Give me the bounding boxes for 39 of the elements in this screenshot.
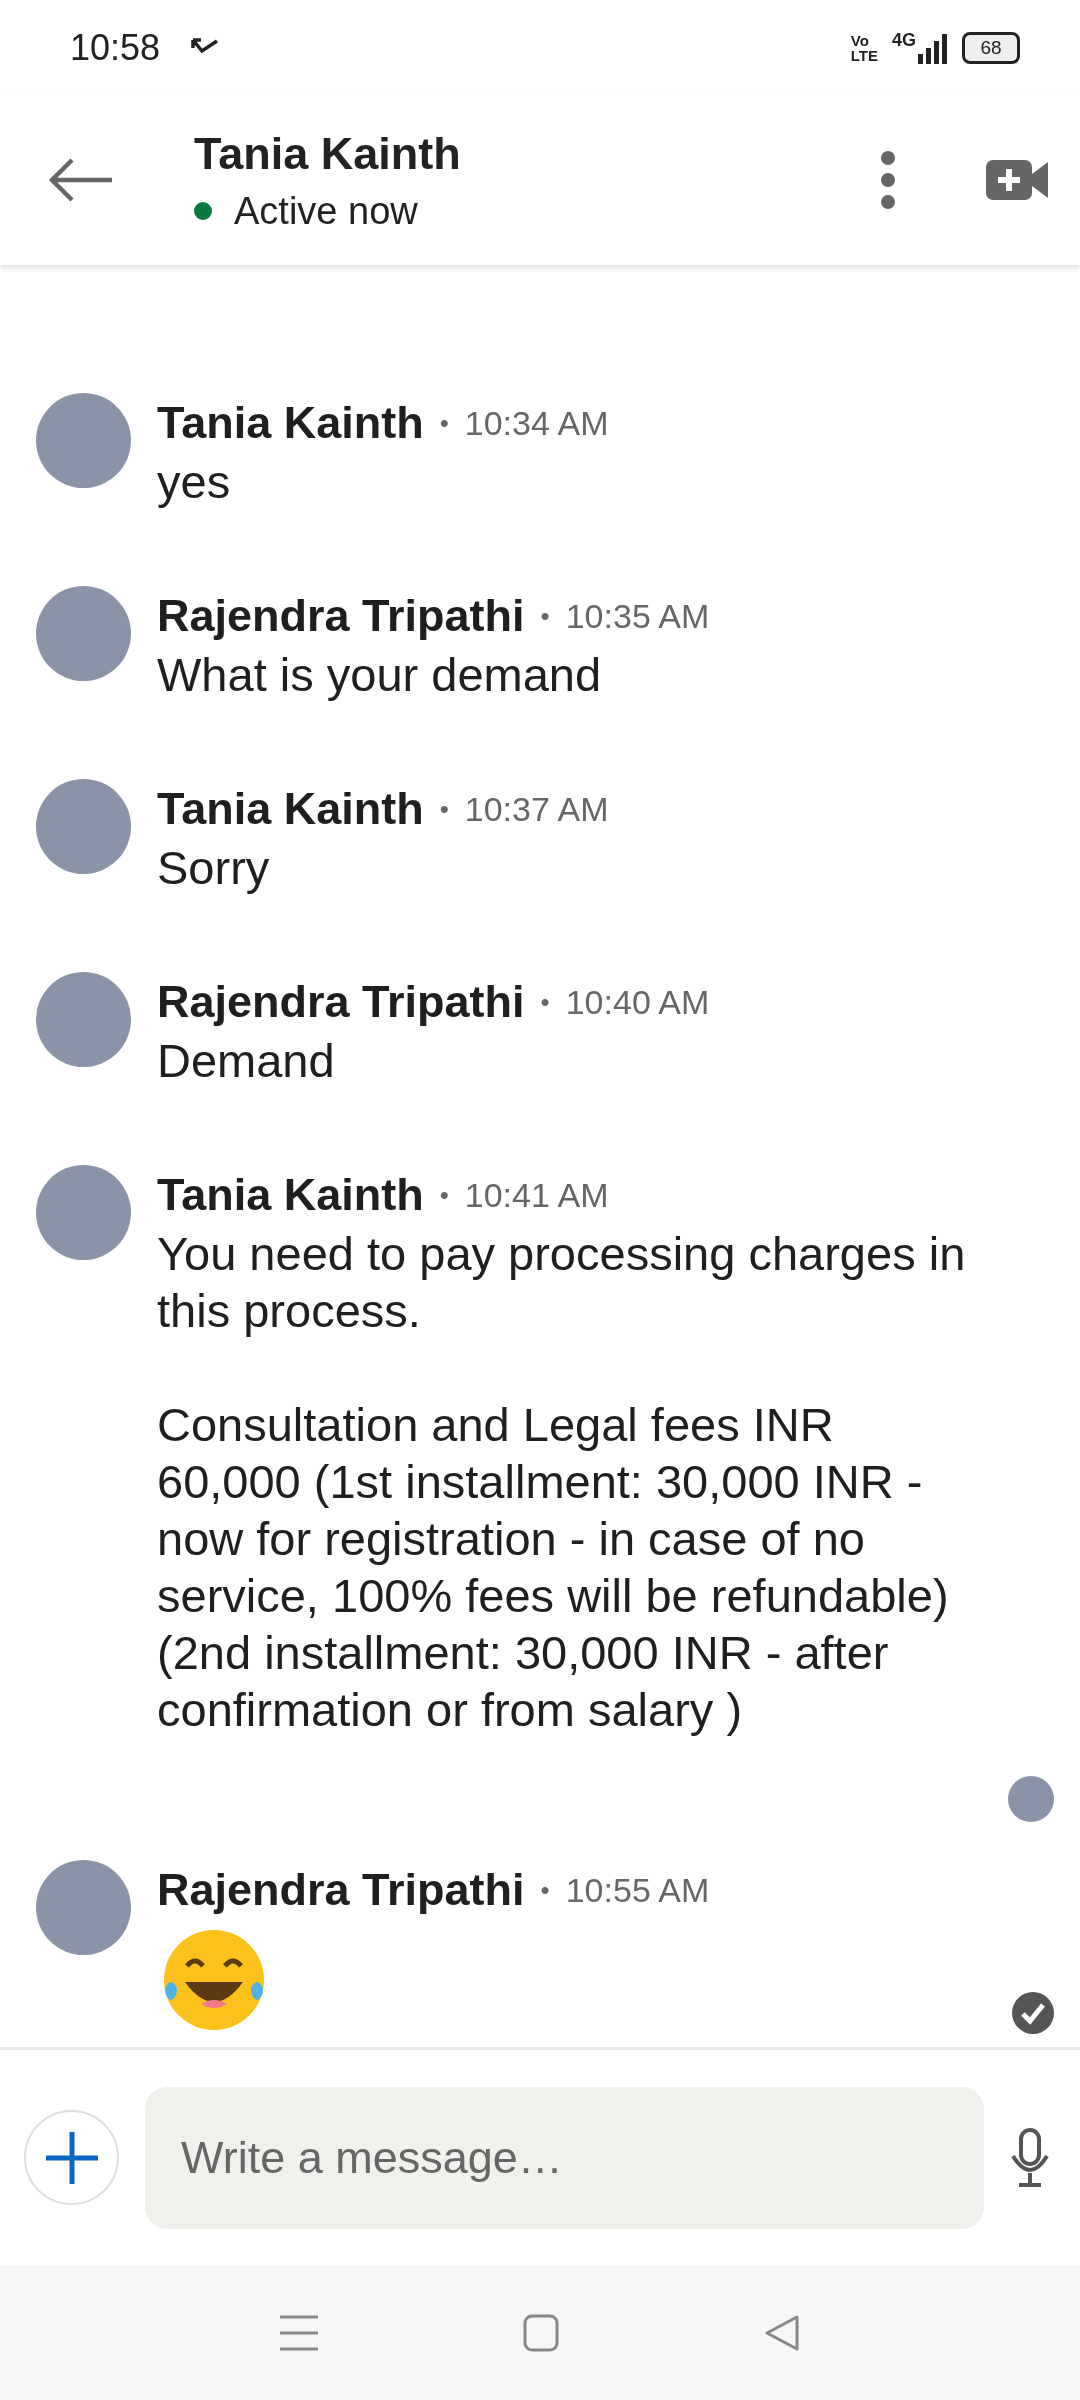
sender-name: Tania Kainth [157, 783, 424, 835]
video-call-button[interactable] [986, 158, 1050, 202]
message-time: 10:35 AM [565, 596, 710, 636]
sender-name: Tania Kainth [157, 397, 424, 449]
separator-dot: • [439, 793, 449, 825]
message-text: Sorry [157, 840, 271, 896]
presence-status: Active now [234, 189, 418, 233]
battery-indicator: 68 [962, 31, 1020, 64]
status-time: 10:58 [70, 26, 161, 69]
message-time: 10:40 AM [565, 982, 710, 1022]
plus-icon [43, 2129, 100, 2186]
separator-dot: • [540, 600, 550, 632]
separator-dot: • [439, 1179, 449, 1211]
microphone-icon[interactable] [1010, 2127, 1050, 2188]
message-text: Demand [157, 1033, 336, 1089]
separator-dot: • [540, 1874, 550, 1906]
message-time: 10:37 AM [464, 789, 609, 829]
message-text: You need to pay processing charges in this process. Consultation and Legal fees INR 60,000 (1st installment: 30,000 INR - now for registration - in case of no service, 100% fees will be refundable) (2nd installment: 30,000 INR - after confirmation or from salary ) [157, 1226, 967, 1738]
message-text: yes [157, 454, 232, 510]
message-input[interactable]: Write a message… [145, 2086, 984, 2229]
sender-name: Rajendra Tripathi [157, 976, 525, 1028]
network-type: 4G [892, 30, 916, 51]
separator-dot: • [540, 986, 550, 1018]
sender-name: Tania Kainth [157, 1169, 424, 1221]
signal-icon [918, 31, 948, 64]
back-triangle-icon[interactable] [764, 2313, 800, 2352]
message-time: 10:55 AM [565, 1870, 710, 1910]
message-time: 10:34 AM [464, 403, 609, 443]
volte-indicator: Vo LTE [850, 32, 878, 63]
home-square-icon[interactable] [523, 2313, 559, 2352]
menu-icon[interactable] [280, 2314, 318, 2351]
separator-dot: • [439, 407, 449, 439]
sender-name: Rajendra Tripathi [157, 590, 525, 642]
back-button[interactable] [48, 158, 114, 202]
message-text: What is your demand [157, 647, 603, 703]
contact-name: Tania Kainth [194, 127, 461, 180]
sender-name: Rajendra Tripathi [157, 1864, 525, 1916]
message-time: 10:41 AM [464, 1175, 609, 1215]
more-options-button[interactable] [880, 150, 896, 210]
